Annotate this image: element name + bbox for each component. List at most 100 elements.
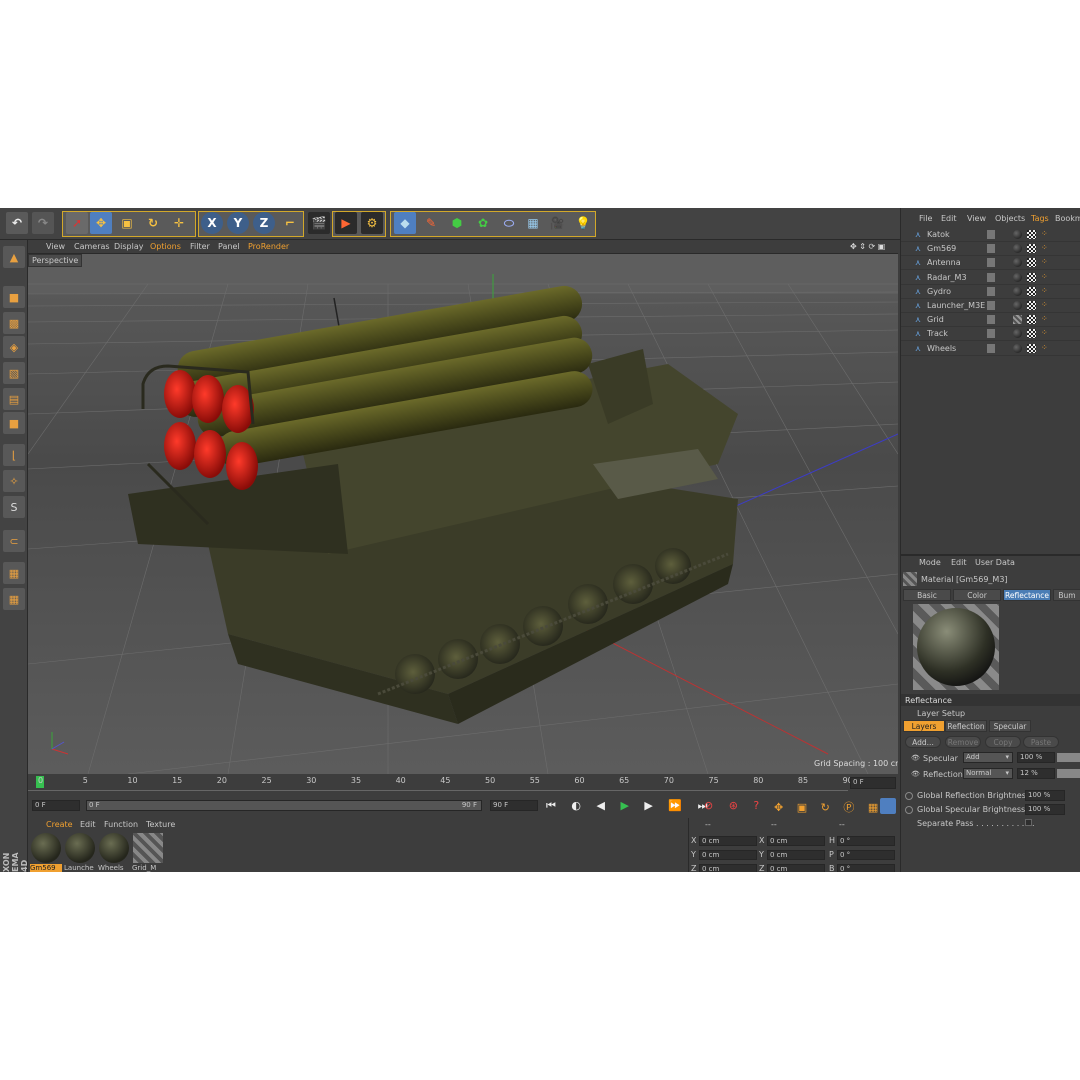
pos-y-field[interactable]: 0 cm [699, 850, 757, 860]
phong-tag-icon[interactable]: ⁘ [1041, 314, 1048, 323]
layer-button[interactable]: Paste [1023, 736, 1059, 748]
om-menu-tags[interactable]: Tags [1031, 214, 1049, 223]
object-name[interactable]: Grid [927, 315, 944, 324]
render-settings-icon[interactable]: ⚙ [361, 212, 383, 234]
model-mode-icon[interactable]: ■ [3, 286, 25, 308]
material-tag-icon[interactable] [1013, 230, 1022, 239]
phong-tag-icon[interactable]: ⁘ [1041, 328, 1048, 337]
attr-menu-user-data[interactable]: User Data [975, 558, 1015, 567]
menu-view[interactable]: View [46, 242, 65, 251]
layer-tab[interactable]: Layers [903, 720, 945, 732]
om-menu-objects[interactable]: Objects [995, 214, 1025, 223]
reflection-slider[interactable] [1057, 769, 1080, 778]
attr-tab[interactable]: Color [953, 589, 1001, 601]
phong-tag-icon[interactable]: ⁘ [1041, 286, 1048, 295]
material-swatch[interactable]: Launche [64, 832, 96, 872]
scale-icon[interactable]: ▣ [116, 212, 138, 234]
material-tag-icon[interactable] [1013, 272, 1022, 282]
rot-p-field[interactable]: 0 ° [837, 850, 895, 860]
pos-x-field[interactable]: 0 cm [699, 836, 757, 846]
phong-tag-icon[interactable]: ⁘ [1041, 257, 1048, 266]
phong-tag-icon[interactable]: ⁘ [1041, 229, 1048, 238]
layer-button[interactable]: Add... [905, 736, 941, 748]
y-axis-lock[interactable]: Y [227, 212, 249, 234]
transform-icon[interactable]: ✛ [168, 212, 190, 234]
attr-tab[interactable]: Basic [903, 589, 951, 601]
playback-controls[interactable]: ⏮ ◐ ◀ ▶ ▶ ⏩ ⏭ [546, 799, 713, 813]
global-refl-radio[interactable] [905, 792, 913, 800]
layer-button[interactable]: Remove [945, 736, 981, 748]
material-tag-icon[interactable] [1013, 301, 1022, 310]
size-y-field[interactable]: 0 cm [767, 850, 825, 860]
object-name[interactable]: Track [927, 329, 948, 338]
menu-options[interactable]: Options [150, 242, 181, 251]
start-frame-field[interactable]: 0 F [32, 800, 80, 811]
perspective-viewport[interactable]: Perspective Grid Spacing : 100 cm [28, 254, 898, 774]
attr-menu-edit[interactable]: Edit [951, 558, 967, 567]
visibility-icon[interactable] [987, 343, 995, 353]
attr-menu-mode[interactable]: Mode [919, 558, 941, 567]
tweak-mode-icon[interactable]: ✧ [3, 470, 25, 492]
object-row[interactable]: ⋏ Track ⁘ [901, 327, 1080, 342]
rot-h-field[interactable]: 0 ° [837, 836, 895, 846]
texture-tag-icon[interactable] [1027, 315, 1036, 325]
texture-tag-icon[interactable] [1027, 301, 1036, 310]
material-tag-icon[interactable] [1013, 343, 1022, 353]
workplane-icon[interactable]: ◈ [3, 336, 25, 358]
keyframe-controls[interactable]: ⊘ ⊛ ? [704, 799, 765, 812]
texture-mode-icon[interactable]: ▩ [3, 312, 25, 334]
light-icon[interactable]: 💡 [572, 212, 594, 234]
visibility-icon[interactable] [987, 244, 995, 254]
visibility-icon[interactable] [987, 230, 995, 239]
texture-tag-icon[interactable] [1027, 272, 1036, 282]
cloner-icon[interactable]: ✿ [472, 212, 494, 234]
frame-range-slider[interactable]: 0 F 90 F [86, 800, 482, 811]
select-cursor-icon[interactable]: ➚ [66, 212, 88, 234]
material-tag-icon[interactable] [1013, 329, 1022, 339]
object-row[interactable]: ⋏ Radar_M3 ⁘ [901, 271, 1080, 285]
object-row[interactable]: ⋏ Wheels ⁘ [901, 342, 1080, 356]
global-spec-field[interactable]: 100 % [1025, 804, 1065, 815]
render-view-icon[interactable]: 🎬 [308, 212, 330, 234]
redo-icon[interactable]: ↷ [32, 212, 54, 234]
viewport-nav-icons[interactable]: ✥ ⇕ ⟳ ▣ [850, 242, 885, 251]
material-tag-icon[interactable] [1013, 315, 1022, 325]
current-frame-field[interactable]: 0 F [850, 777, 896, 789]
specular-eye-icon[interactable]: 👁 [911, 754, 920, 762]
texture-tag-icon[interactable] [1027, 343, 1036, 353]
material-swatch[interactable]: Gm569 [30, 832, 62, 872]
layer-tab[interactable]: Reflection [945, 720, 987, 732]
rot-b-field[interactable]: 0 ° [837, 864, 895, 872]
mat-menu-function[interactable]: Function [104, 820, 138, 829]
polygons-mode-icon[interactable]: ■ [3, 412, 25, 434]
visibility-icon[interactable] [987, 258, 995, 268]
end-frame-field[interactable]: 90 F [490, 800, 538, 811]
object-row[interactable]: ⋏ Gydro ⁘ [901, 285, 1080, 299]
specular-value-field[interactable]: 100 % [1017, 752, 1055, 763]
visibility-icon[interactable] [987, 329, 995, 339]
layer-tab[interactable]: Specular [989, 720, 1031, 732]
specular-mode-select[interactable]: Add ▾ [963, 752, 1013, 763]
om-menu-view[interactable]: View [967, 214, 986, 223]
render-picture-viewer-icon[interactable]: ▶ [335, 212, 357, 234]
visibility-icon[interactable] [987, 301, 995, 310]
menu-cameras[interactable]: Cameras [74, 242, 110, 251]
coordinate-system-icon[interactable]: ⌐ [279, 212, 301, 234]
deformer-icon[interactable]: ⬭ [498, 212, 520, 234]
phong-tag-icon[interactable]: ⁘ [1041, 343, 1048, 352]
visibility-icon[interactable] [987, 315, 995, 325]
om-menu-bookmarks[interactable]: Bookm [1055, 214, 1080, 223]
attr-tab[interactable]: Reflectance [1003, 589, 1051, 601]
object-name[interactable]: Gm569 [927, 244, 956, 253]
pen-spline-icon[interactable]: ✎ [420, 212, 442, 234]
texture-tag-icon[interactable] [1027, 329, 1036, 339]
points-mode-icon[interactable]: ▧ [3, 362, 25, 384]
object-row[interactable]: ⋏ Launcher_M3E ⁘ [901, 299, 1080, 313]
visibility-icon[interactable] [987, 272, 995, 282]
material-tag-icon[interactable] [1013, 244, 1022, 254]
key-mode-icons[interactable]: ✥ ▣ ↻ Ⓟ ▦ [774, 799, 883, 815]
phong-tag-icon[interactable]: ⁘ [1041, 243, 1048, 252]
object-row[interactable]: ⋏ Antenna ⁘ [901, 256, 1080, 271]
object-row[interactable]: ⋏ Gm569 ⁘ [901, 242, 1080, 257]
menu-display[interactable]: Display [114, 242, 144, 251]
